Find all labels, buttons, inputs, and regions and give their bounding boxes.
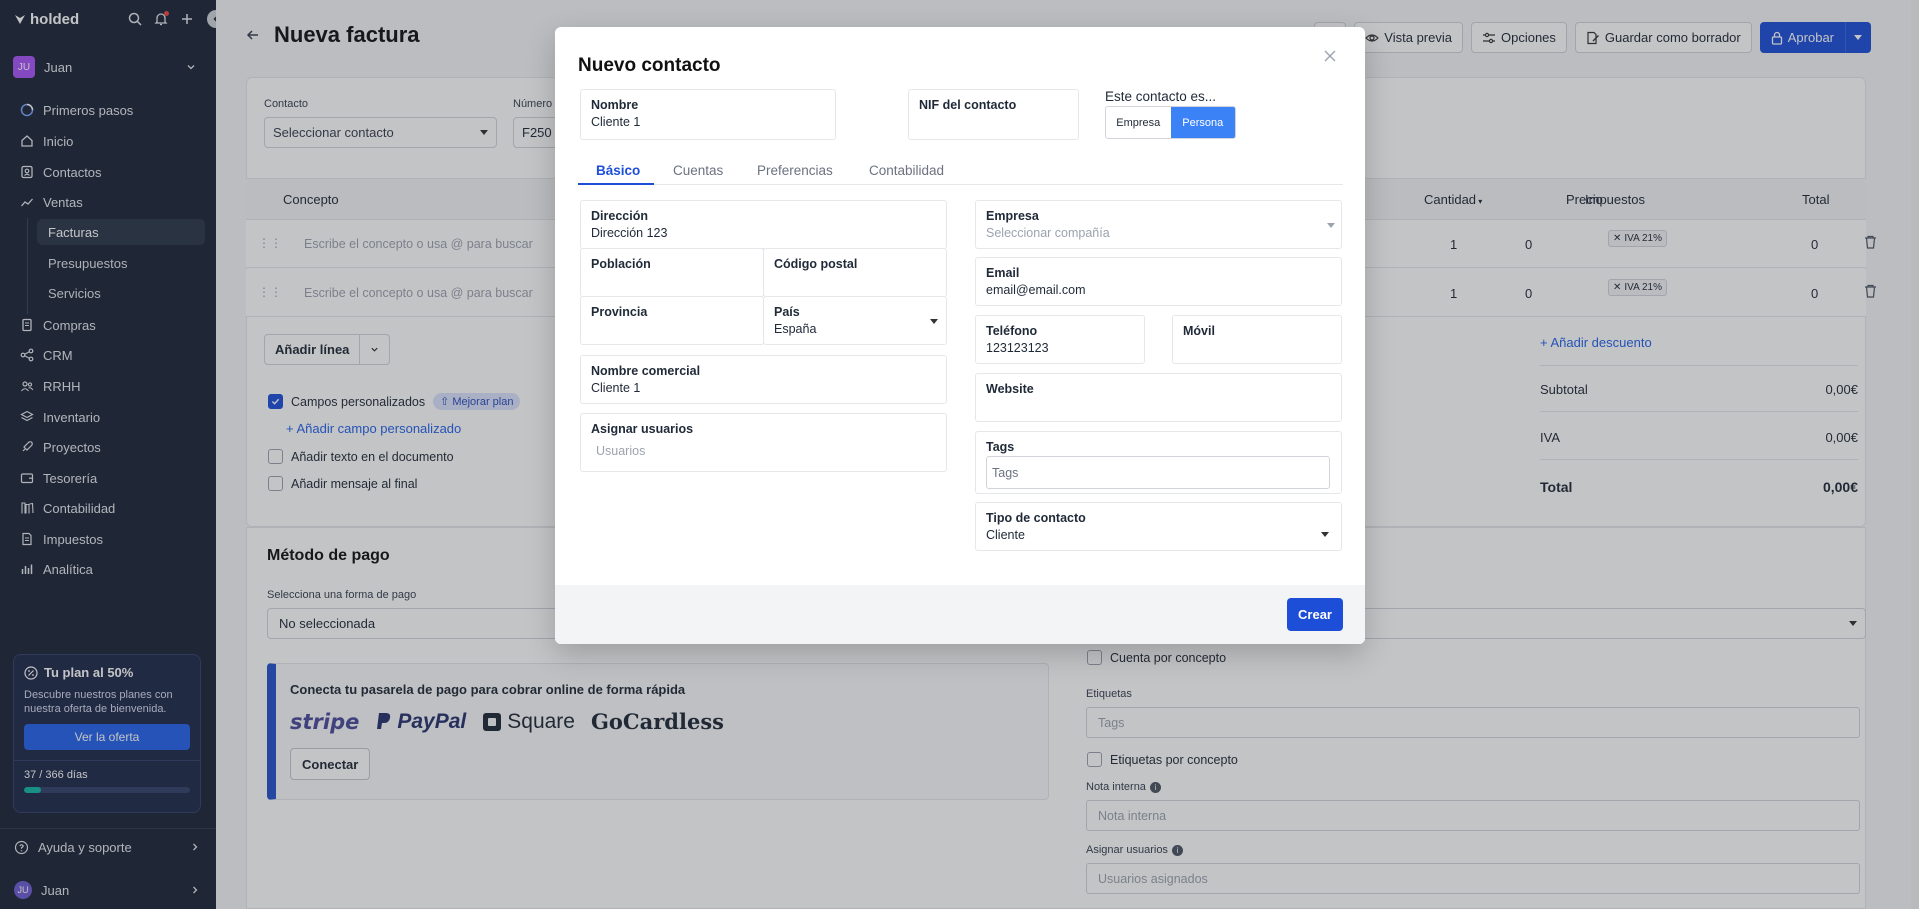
mobile-label: Móvil: [1183, 324, 1215, 338]
phone-label: Teléfono: [986, 324, 1038, 338]
website-label: Website: [986, 382, 1034, 396]
tab-preferencias[interactable]: Preferencias: [757, 163, 833, 178]
phone-field[interactable]: Teléfono 123123123: [975, 315, 1145, 364]
contact-kind-label: Este contacto es...: [1105, 89, 1217, 104]
tags-input[interactable]: Tags: [986, 456, 1330, 489]
country-value: España: [774, 322, 817, 336]
province-label: Provincia: [591, 305, 648, 319]
mobile-field[interactable]: Móvil: [1172, 315, 1342, 364]
kind-persona-option[interactable]: Persona: [1170, 107, 1235, 138]
trade-name-field[interactable]: Nombre comercial Cliente 1: [580, 355, 947, 404]
zip-label: Código postal: [774, 257, 858, 271]
new-contact-modal: Nuevo contacto Nombre Cliente 1 NIF del …: [555, 27, 1365, 644]
country-label: País: [774, 305, 800, 319]
create-button[interactable]: Crear: [1287, 598, 1343, 631]
zip-field[interactable]: Código postal: [763, 248, 947, 297]
contact-type-select[interactable]: Tipo de contacto Cliente: [975, 502, 1342, 551]
modal-tabs: Básico Cuentas Preferencias Contabilidad: [578, 158, 1343, 185]
city-label: Población: [591, 257, 651, 271]
assign-users-placeholder: Usuarios: [596, 444, 646, 458]
caret-down-icon: [1327, 223, 1335, 228]
city-field[interactable]: Población: [580, 248, 764, 297]
email-label: Email: [986, 266, 1020, 280]
email-value: email@email.com: [986, 283, 1086, 297]
active-tab-underline: [578, 183, 654, 185]
tab-basico[interactable]: Básico: [596, 163, 640, 178]
contact-kind-toggle: Empresa Persona: [1105, 106, 1236, 139]
email-field[interactable]: Email email@email.com: [975, 257, 1342, 306]
address-field[interactable]: Dirección Dirección 123: [580, 200, 947, 249]
close-icon[interactable]: [1323, 49, 1337, 63]
trade-name-value: Cliente 1: [591, 381, 641, 395]
name-field[interactable]: Nombre Cliente 1: [580, 89, 836, 140]
contact-type-label: Tipo de contacto: [986, 511, 1086, 525]
assign-users-field[interactable]: Asignar usuarios Usuarios: [580, 413, 947, 472]
caret-down-icon: [1321, 532, 1329, 537]
address-value: Dirección 123: [591, 226, 668, 240]
tags-label: Tags: [986, 440, 1015, 454]
company-select[interactable]: Empresa Seleccionar compañía: [975, 200, 1342, 249]
tags-field: Tags Tags: [975, 431, 1342, 494]
country-select[interactable]: País España: [763, 296, 947, 345]
company-label: Empresa: [986, 209, 1039, 223]
tab-cuentas[interactable]: Cuentas: [673, 163, 723, 178]
tab-contabilidad[interactable]: Contabilidad: [869, 163, 944, 178]
assign-users-label: Asignar usuarios: [591, 422, 694, 436]
province-field[interactable]: Provincia: [580, 296, 764, 345]
modal-title: Nuevo contacto: [578, 55, 721, 76]
website-field[interactable]: Website: [975, 373, 1342, 422]
name-label: Nombre: [591, 98, 639, 112]
kind-empresa-option[interactable]: Empresa: [1106, 107, 1171, 138]
nif-field[interactable]: NIF del contacto: [908, 89, 1079, 140]
company-placeholder: Seleccionar compañía: [986, 226, 1110, 240]
modal-footer: Crear: [555, 585, 1365, 644]
caret-down-icon: [930, 319, 938, 324]
contact-type-value: Cliente: [986, 528, 1025, 542]
phone-value: 123123123: [986, 341, 1049, 355]
trade-name-label: Nombre comercial: [591, 364, 701, 378]
address-label: Dirección: [591, 209, 648, 223]
name-value: Cliente 1: [591, 115, 641, 129]
nif-label: NIF del contacto: [919, 98, 1017, 112]
